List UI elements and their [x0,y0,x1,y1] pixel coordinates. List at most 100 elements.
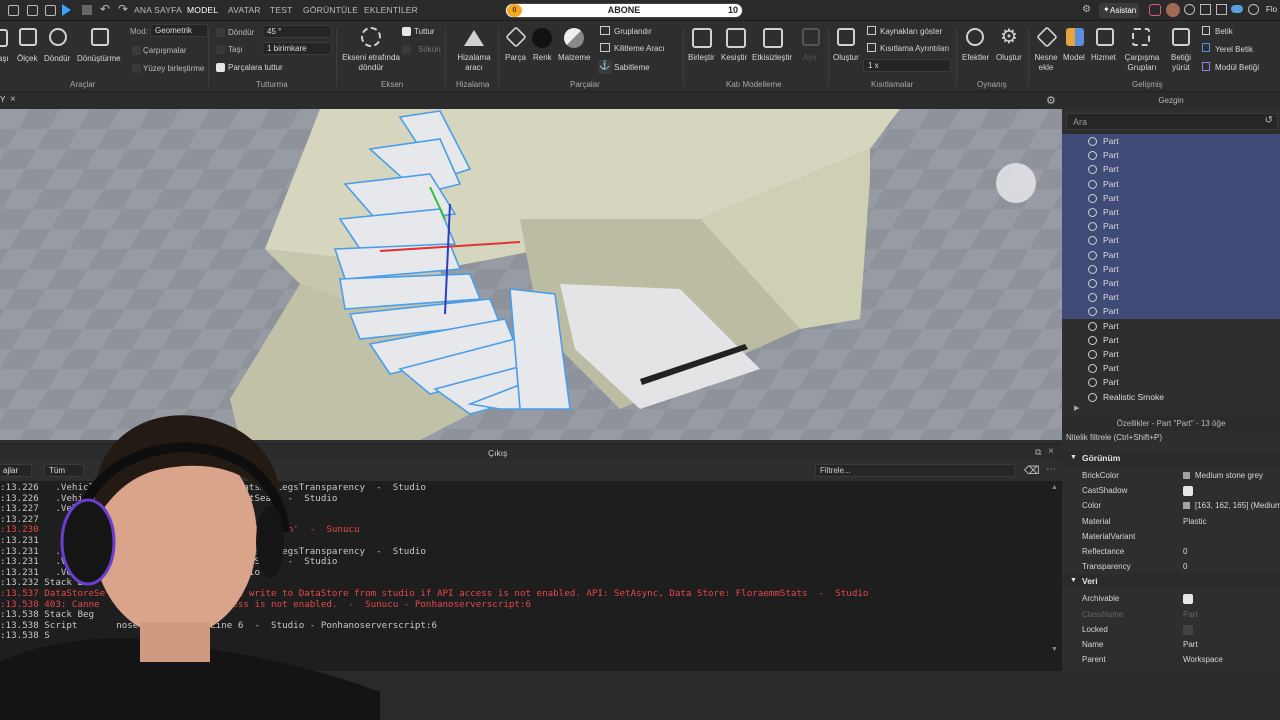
explorer-item[interactable]: Part [1062,134,1280,149]
move-icon[interactable] [0,29,8,47]
clear-output-icon[interactable]: ⌫ [1024,464,1040,477]
undo-history-icon[interactable] [45,5,56,16]
color-swatch[interactable] [1183,472,1190,479]
property-section[interactable]: ▼ Görünüm [1062,451,1280,466]
popout-icon[interactable]: ⧉ [1035,447,1041,458]
union-icon[interactable] [692,28,712,48]
property-value[interactable]: Plastic [1183,517,1207,526]
settings-icon[interactable]: ⚙ [1082,4,1091,15]
run-script-label[interactable]: Betiği yürüt [1168,53,1194,73]
explorer-item[interactable]: Part [1062,233,1280,248]
property-row[interactable]: BrickColor Medium stone grey [1062,468,1280,483]
model-label[interactable]: Model [1063,53,1085,62]
property-row[interactable]: CastShadow [1062,483,1280,498]
anchor-button[interactable]: Sabitleme [614,63,650,72]
property-value[interactable]: Workspace [1183,655,1223,664]
constraint-create-icon[interactable] [837,28,855,46]
material-label[interactable]: Malzeme [558,53,590,62]
union-label[interactable]: Birleştir [688,53,715,62]
property-row[interactable]: MaterialVariant [1062,529,1280,544]
property-checkbox[interactable] [1183,594,1193,605]
parts-hold-checkbox[interactable] [216,63,225,72]
explorer-item[interactable]: Part [1062,176,1280,191]
explorer-item[interactable]: Part [1062,162,1280,177]
explorer-item[interactable]: Part [1062,219,1280,234]
output-scrollbar[interactable]: ▲ ▼ [1051,484,1059,654]
color-icon[interactable] [532,28,552,48]
constraint-create-label[interactable]: Oluştur [833,53,859,62]
scale-icon[interactable] [19,28,37,46]
property-value[interactable]: 0 [1183,562,1187,571]
tab-model[interactable]: MODEL [187,5,218,15]
assistant-button[interactable]: ✦ Asistan [1099,3,1139,18]
file-icon[interactable] [8,5,19,16]
mesh-add-icon[interactable] [1036,26,1058,48]
run-script-icon[interactable] [1172,28,1190,46]
explorer-item[interactable]: Part [1062,333,1280,347]
lock-tool-button[interactable]: Kilitleme Aracı [614,44,665,53]
mode-dropdown[interactable]: Geometrik [150,24,208,37]
script-button[interactable]: Betik [1215,27,1233,36]
intersect-icon[interactable] [726,28,746,48]
snap-move-input[interactable]: 1 birimkare [262,42,332,55]
avatar[interactable] [1166,3,1180,17]
explorer-item[interactable]: Part [1062,205,1280,220]
snap-move-checkbox[interactable] [216,45,225,54]
window-icon[interactable] [1200,4,1211,15]
more-icon[interactable]: ⋯ [1046,464,1056,475]
property-value[interactable]: 0 [1183,547,1187,556]
explorer-item[interactable]: Realistic Smoke [1062,390,1280,404]
part-label[interactable]: Parça [505,53,526,62]
show-sources-button[interactable]: Kaynakları göster [880,27,942,36]
constraint-scale-input[interactable]: 1 x [863,59,951,72]
collision-groups-icon[interactable] [1132,28,1150,46]
notification-icon[interactable] [1184,4,1195,15]
mesh-add-label[interactable]: Nesne ekle [1034,53,1058,73]
collision-groups-label[interactable]: Çarpışma Grupları [1124,53,1160,73]
intersect-label[interactable]: Kesiştir [721,53,747,62]
explorer-item[interactable]: Part [1062,247,1280,262]
local-script-button[interactable]: Yerel Betik [1215,45,1253,54]
expand-icon[interactable]: ▶ [1074,404,1079,412]
align-icon[interactable] [464,30,484,46]
detach-checkbox[interactable] [402,45,411,54]
tab-test[interactable]: TEST [270,5,293,15]
transform-icon[interactable] [91,28,109,46]
explorer-item[interactable]: Part [1062,290,1280,305]
color-swatch[interactable] [1183,502,1190,510]
rotate-label[interactable]: Döndür [44,54,70,63]
close-icon[interactable]: × [10,94,16,105]
properties-filter-input[interactable]: Nitelik filtrele (Ctrl+Shift+P) [1066,433,1278,446]
gear-create-icon[interactable]: ⚙ [1000,24,1018,49]
axis-rotate-icon[interactable] [361,27,381,47]
explorer-item[interactable]: Part [1062,304,1280,319]
service-icon[interactable] [1096,28,1114,46]
property-row[interactable]: Archivable [1062,591,1280,606]
attach-checkbox[interactable] [402,27,411,36]
property-row[interactable]: Name Part [1062,637,1280,652]
property-value[interactable]: Medium stone grey [1195,471,1263,480]
tab-view[interactable]: GÖRÜNTÜLE [303,5,358,15]
snap-rotate-checkbox[interactable] [216,28,225,37]
explorer-item[interactable]: Part [1062,190,1280,205]
output-filter-input[interactable]: Filtrele... [815,464,1015,477]
layout-icon[interactable] [1216,4,1227,15]
history-icon[interactable]: ↺ [1265,115,1273,126]
document-tab[interactable]: Y [0,95,5,104]
cloud-icon[interactable] [1231,5,1243,13]
collapse-icon[interactable]: ▼ [1070,577,1077,584]
property-value[interactable]: Part [1183,610,1198,619]
constraint-details-button[interactable]: Kısıtlama Ayrıntıları [880,44,949,53]
property-row[interactable]: ClassName Part [1062,607,1280,622]
view-cube[interactable] [996,163,1036,203]
property-row[interactable]: Color [163, 162, 165] (Medium [1062,498,1280,513]
property-value[interactable]: [163, 162, 165] (Medium [1195,501,1280,510]
property-checkbox[interactable] [1183,624,1193,635]
separate-label[interactable]: Ayır [803,53,817,62]
property-checkbox[interactable] [1183,486,1193,497]
property-row[interactable]: Reflectance 0 [1062,544,1280,559]
align-tool-label[interactable]: Hizalama aracı [452,53,496,73]
move-label[interactable]: aşı [0,54,9,63]
play-icon[interactable] [62,4,71,16]
explorer-item[interactable]: Part [1062,148,1280,163]
